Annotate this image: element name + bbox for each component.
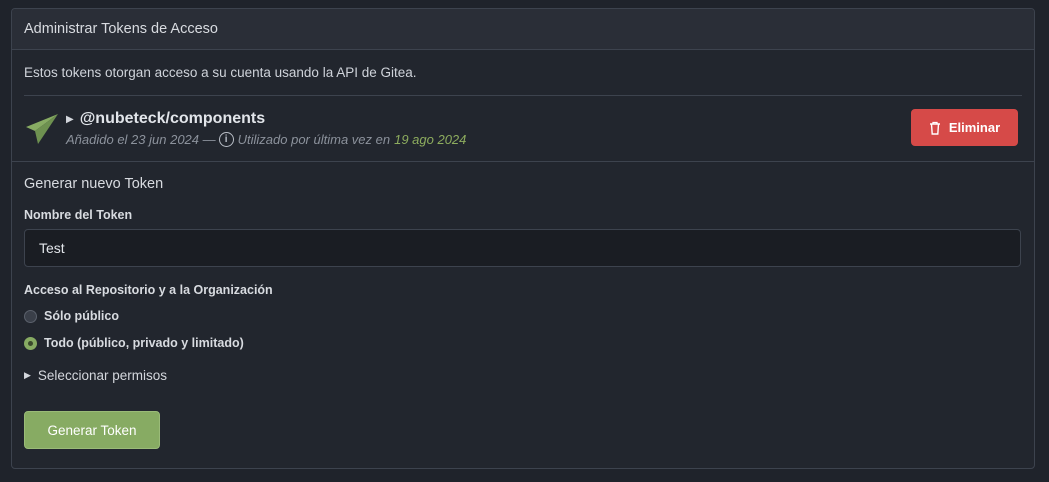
paper-plane-icon — [26, 113, 58, 144]
token-name-toggle[interactable]: ▶ @nubeteck/components — [66, 110, 466, 128]
token-added-date: Añadido el 23 jun 2024 — — [66, 132, 216, 147]
generate-token-button[interactable]: Generar Token — [24, 411, 160, 449]
trash-icon — [929, 121, 940, 135]
generate-token-form: Generar nuevo Token Nombre del Token Acc… — [12, 176, 1034, 449]
token-info: ▶ @nubeteck/components Añadido el 23 jun… — [66, 110, 466, 147]
panel-title: Administrar Tokens de Acceso — [24, 21, 218, 37]
token-name: @nubeteck/components — [79, 110, 266, 127]
intro-text: Estos tokens otorgan acceso a su cuenta … — [24, 65, 417, 80]
radio-label: Todo (público, privado y limitado) — [44, 336, 244, 350]
select-permissions-toggle[interactable]: ▶ Seleccionar permisos — [24, 368, 1022, 383]
access-tokens-panel: Administrar Tokens de Acceso Estos token… — [11, 8, 1035, 469]
token-meta: Añadido el 23 jun 2024 — i Utilizado por… — [66, 132, 466, 147]
permissions-label: Seleccionar permisos — [37, 368, 167, 383]
divider — [12, 161, 1034, 162]
radio-button-checked[interactable] — [24, 336, 37, 350]
radio-button[interactable] — [24, 309, 37, 323]
generate-title: Generar nuevo Token — [24, 176, 164, 192]
caret-right-icon: ▶ — [66, 113, 74, 125]
radio-public-only[interactable]: Sólo público — [24, 309, 1022, 323]
token-item: ▶ @nubeteck/components Añadido el 23 jun… — [12, 96, 1034, 161]
delete-label: Eliminar — [948, 120, 1001, 135]
token-last-used-prefix: Utilizado por última vez en — [237, 132, 391, 147]
panel-header: Administrar Tokens de Acceso — [12, 9, 1034, 50]
info-icon: i — [218, 132, 234, 147]
delete-token-button[interactable]: Eliminar — [911, 109, 1018, 146]
token-last-used-date: 19 ago 2024 — [394, 132, 467, 147]
radio-all[interactable]: Todo (público, privado y limitado) — [24, 336, 1022, 350]
token-name-label: Nombre del Token — [24, 208, 133, 222]
caret-right-icon: ▶ — [24, 370, 31, 380]
access-label: Acceso al Repositorio y a la Organizació… — [24, 283, 273, 297]
token-name-input[interactable] — [24, 229, 1021, 267]
radio-label: Sólo público — [44, 309, 119, 323]
